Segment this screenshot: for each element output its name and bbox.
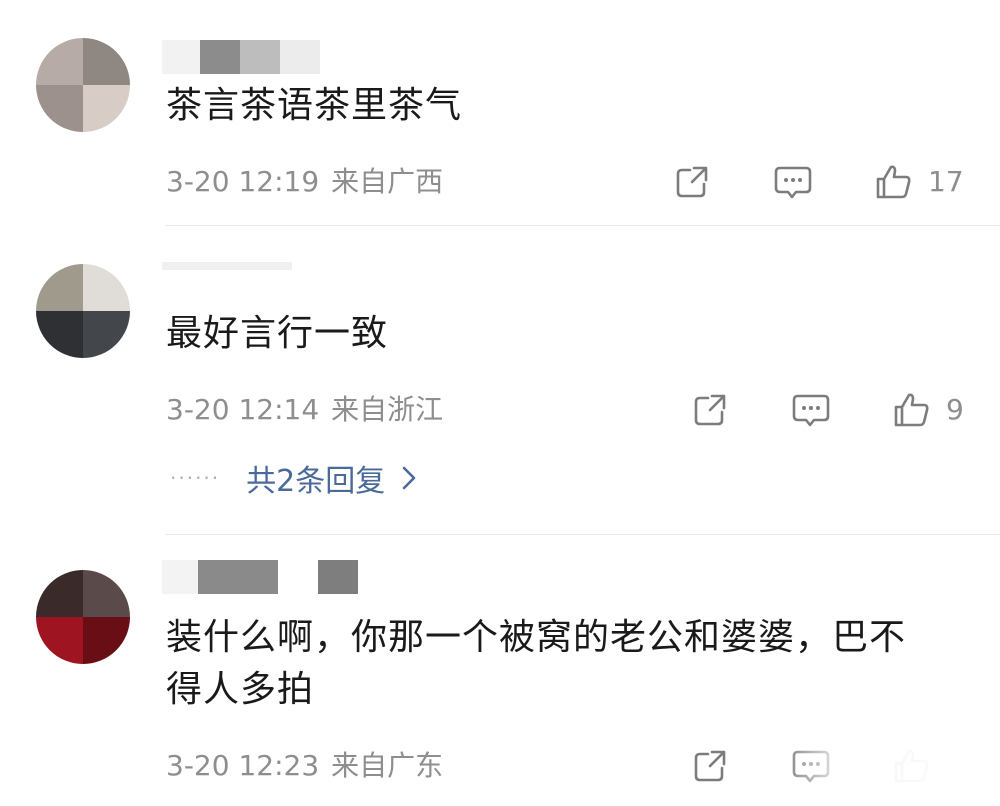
avatar[interactable]	[36, 264, 130, 358]
comment-text: 茶言茶语茶里茶气	[166, 85, 463, 126]
divider	[166, 534, 1000, 535]
thumbs-up-icon	[876, 165, 911, 199]
avatar[interactable]	[36, 38, 130, 132]
divider	[166, 225, 1000, 226]
view-replies-link[interactable]: ······ 共2条回复	[170, 458, 417, 499]
avatar[interactable]	[36, 570, 130, 664]
thumbs-up-icon	[894, 393, 929, 427]
comment-time: 3-20 12:19	[166, 165, 320, 198]
comment-location: 来自广东	[331, 749, 444, 782]
share-icon	[676, 166, 708, 198]
comment-button[interactable]	[772, 162, 814, 202]
comment-meta: 3-20 12:23 来自广东	[166, 746, 443, 786]
replies-label: 共2条回复	[246, 464, 386, 499]
chevron-right-icon	[402, 466, 416, 490]
share-button[interactable]	[672, 162, 712, 202]
comment-text: 最好言行一致	[166, 313, 389, 354]
replies-dots: ······	[170, 466, 221, 490]
username-redacted[interactable]	[162, 40, 352, 74]
comment-location: 来自广西	[331, 165, 444, 198]
comment-location: 来自浙江	[331, 393, 444, 426]
watermark-overlay	[780, 746, 1000, 806]
share-button[interactable]	[690, 390, 730, 430]
username-redacted[interactable]	[162, 262, 292, 296]
share-button[interactable]	[690, 746, 730, 786]
comment-time: 3-20 12:23	[166, 749, 320, 782]
comment-icon	[792, 394, 830, 427]
comment-button[interactable]	[790, 390, 832, 430]
username-redacted[interactable]	[162, 560, 362, 594]
comment-icon	[774, 166, 812, 199]
like-button[interactable]: 9	[892, 390, 964, 430]
share-icon	[694, 750, 726, 782]
like-count: 9	[946, 393, 964, 426]
comment-text: 装什么啊，你那一个被窝的老公和婆婆，巴不得人多拍	[166, 617, 907, 710]
comment-meta: 3-20 12:14 来自浙江	[166, 390, 443, 430]
comment-time: 3-20 12:14	[166, 393, 320, 426]
like-count: 17	[928, 165, 964, 198]
share-icon	[694, 394, 726, 426]
comment-meta: 3-20 12:19 来自广西	[166, 162, 443, 202]
like-button[interactable]: 17	[874, 162, 964, 202]
